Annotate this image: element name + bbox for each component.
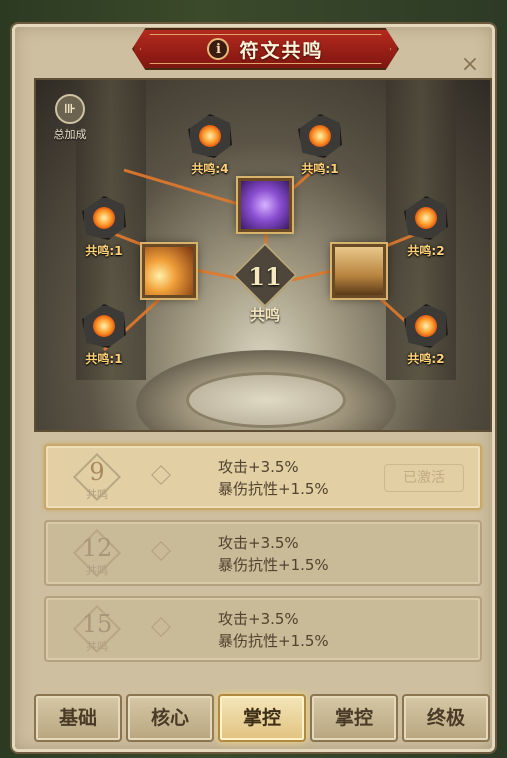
threshold-label: 共鸣 bbox=[86, 564, 108, 577]
threshold-value: 12 bbox=[81, 534, 113, 562]
threshold-value: 9 bbox=[89, 458, 105, 486]
rune-slot[interactable]: 共鸣:1 bbox=[78, 196, 130, 259]
effect-line: 暴伤抗性+1.5% bbox=[218, 480, 329, 498]
tab-control-active[interactable]: 掌控 bbox=[218, 694, 306, 742]
bonus-row: 15 共鸣 攻击+3.5% 暴伤抗性+1.5% bbox=[44, 596, 482, 662]
threshold-badge: 15 共鸣 bbox=[72, 604, 122, 654]
link-line bbox=[291, 268, 337, 282]
total-bonus-icon: ⊪ bbox=[55, 94, 85, 124]
rune-slot[interactable]: 共鸣:1 bbox=[294, 114, 346, 177]
tab-control[interactable]: 掌控 bbox=[310, 694, 398, 742]
title-banner: i 符文共鸣 bbox=[132, 28, 399, 70]
row-separator bbox=[151, 541, 171, 561]
rune-resonance-panel: i 符文共鸣 × ⊪ 总加成 共鸣:4 共鸣:1 共鸣:1 共鸣:2 共鸣:1 … bbox=[10, 22, 497, 754]
flame-rune-icon bbox=[404, 304, 448, 348]
effect-line: 攻击+3.5% bbox=[218, 534, 299, 552]
threshold-value: 15 bbox=[81, 610, 113, 638]
bonus-row: 9 共鸣 攻击+3.5% 暴伤抗性+1.5% 已激活 bbox=[44, 444, 482, 510]
rune-resonance-count: 共鸣:2 bbox=[407, 244, 445, 258]
flame-rune-icon bbox=[82, 304, 126, 348]
rune-resonance-count: 共鸣:1 bbox=[85, 352, 123, 366]
activated-status: 已激活 bbox=[384, 464, 464, 492]
tab-basic[interactable]: 基础 bbox=[34, 694, 122, 742]
threshold-label: 共鸣 bbox=[86, 488, 108, 501]
swirl-rune-icon bbox=[82, 196, 126, 240]
bonus-list[interactable]: 9 共鸣 攻击+3.5% 暴伤抗性+1.5% 已激活 12 共鸣 攻击+3.5%… bbox=[34, 436, 492, 680]
rune-slot[interactable]: 共鸣:4 bbox=[184, 114, 236, 177]
bonus-effects: 攻击+3.5% 暴伤抗性+1.5% bbox=[218, 456, 329, 500]
total-resonance: 11 共鸣 bbox=[232, 242, 298, 325]
row-separator bbox=[151, 465, 171, 485]
tan-skill-icon[interactable] bbox=[332, 244, 386, 298]
rune-slot[interactable]: 共鸣:2 bbox=[400, 304, 452, 367]
rune-resonance-count: 共鸣:1 bbox=[85, 244, 123, 258]
effect-line: 暴伤抗性+1.5% bbox=[218, 556, 329, 574]
effect-line: 攻击+3.5% bbox=[218, 610, 299, 628]
bonus-row: 12 共鸣 攻击+3.5% 暴伤抗性+1.5% bbox=[44, 520, 482, 586]
rune-slot[interactable]: 共鸣:1 bbox=[78, 304, 130, 367]
burst-rune-icon bbox=[298, 114, 342, 158]
total-bonus-label: 总加成 bbox=[53, 128, 87, 141]
tab-core[interactable]: 核心 bbox=[126, 694, 214, 742]
effect-line: 暴伤抗性+1.5% bbox=[218, 632, 329, 650]
total-bonus-button[interactable]: ⊪ 总加成 bbox=[50, 94, 90, 142]
orange-skill-icon[interactable] bbox=[142, 244, 196, 298]
rune-resonance-count: 共鸣:2 bbox=[407, 352, 445, 366]
tab-ultimate[interactable]: 终极 bbox=[402, 694, 490, 742]
resonance-scene: ⊪ 总加成 共鸣:4 共鸣:1 共鸣:1 共鸣:2 共鸣:1 共鸣:2 11 共… bbox=[34, 78, 492, 432]
close-icon[interactable]: × bbox=[459, 54, 481, 76]
effect-line: 攻击+3.5% bbox=[218, 458, 299, 476]
rune-slot[interactable]: 共鸣:2 bbox=[400, 196, 452, 259]
bonus-effects: 攻击+3.5% 暴伤抗性+1.5% bbox=[218, 532, 329, 576]
bonus-effects: 攻击+3.5% 暴伤抗性+1.5% bbox=[218, 608, 329, 652]
tab-bar: 基础 核心 掌控 掌控 终极 bbox=[34, 694, 492, 744]
row-separator bbox=[151, 617, 171, 637]
swirl-rune-icon bbox=[404, 196, 448, 240]
purple-skill-icon[interactable] bbox=[238, 178, 292, 232]
threshold-label: 共鸣 bbox=[86, 640, 108, 653]
rune-resonance-count: 共鸣:1 bbox=[301, 162, 339, 176]
panel-title: 符文共鸣 bbox=[239, 39, 324, 62]
fire-rune-icon bbox=[188, 114, 232, 158]
threshold-badge: 12 共鸣 bbox=[72, 528, 122, 578]
rune-resonance-count: 共鸣:4 bbox=[191, 162, 229, 176]
total-resonance-value: 11 bbox=[248, 262, 282, 291]
threshold-badge: 9 共鸣 bbox=[72, 452, 122, 502]
